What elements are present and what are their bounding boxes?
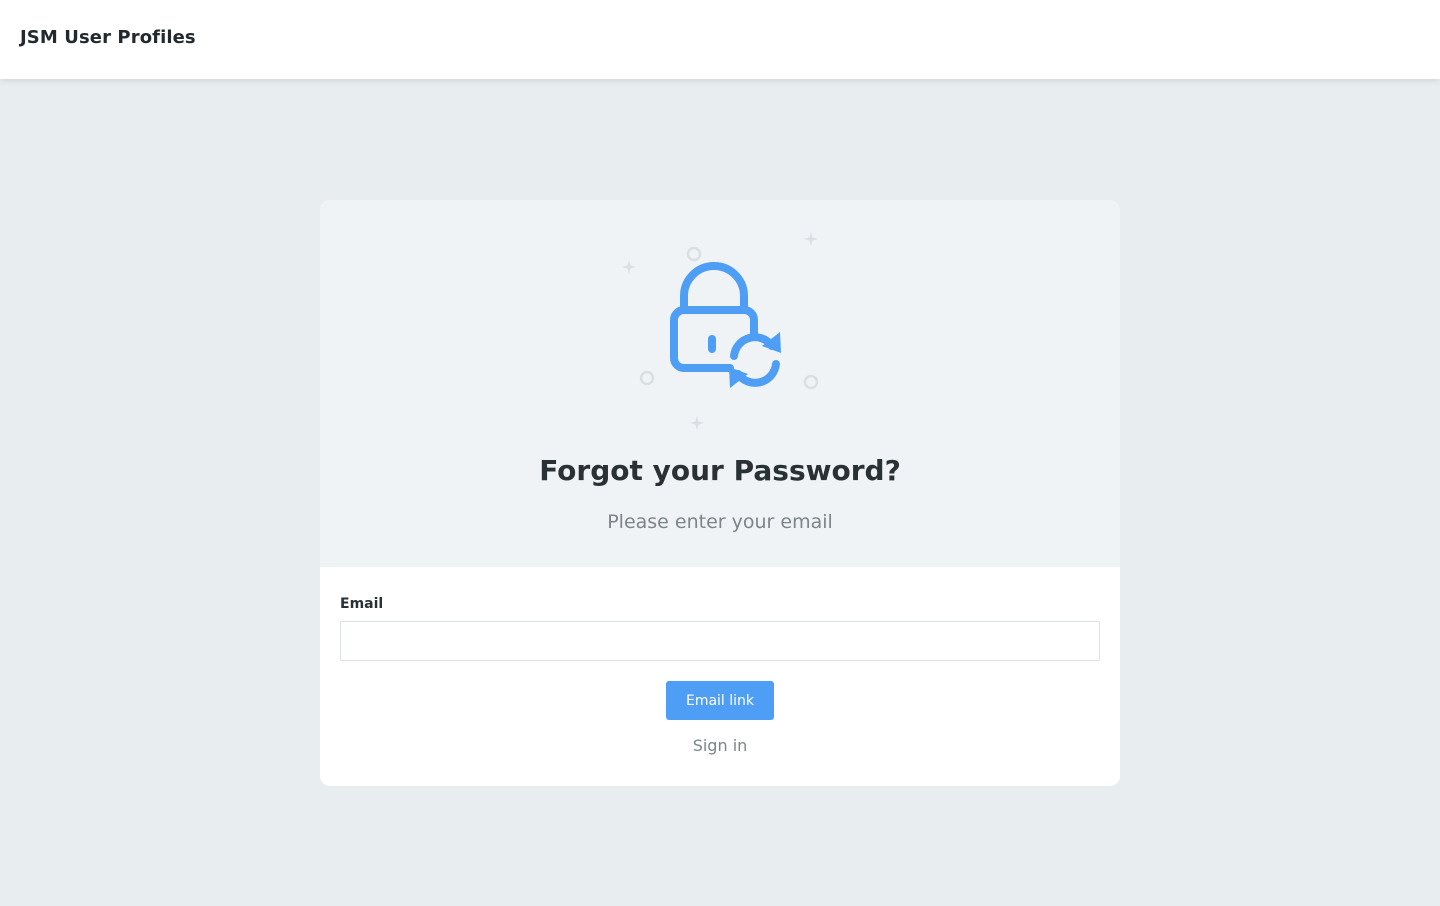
lock-reset-icon <box>622 232 819 430</box>
app-brand[interactable]: JSM User Profiles <box>20 27 196 48</box>
card-hero: Forgot your Password? Please enter your … <box>320 200 1120 567</box>
sign-in-link[interactable]: Sign in <box>320 736 1120 755</box>
email-link-button[interactable]: Email link <box>666 681 774 720</box>
page-title: Forgot your Password? <box>539 454 901 487</box>
top-navbar: JSM User Profiles <box>0 0 1440 79</box>
decor-sparkle-icon <box>622 232 818 430</box>
forgot-password-card: Forgot your Password? Please enter your … <box>320 200 1120 786</box>
page-subtitle: Please enter your email <box>607 511 833 533</box>
email-label: Email <box>340 596 384 612</box>
email-field[interactable] <box>340 621 1100 661</box>
